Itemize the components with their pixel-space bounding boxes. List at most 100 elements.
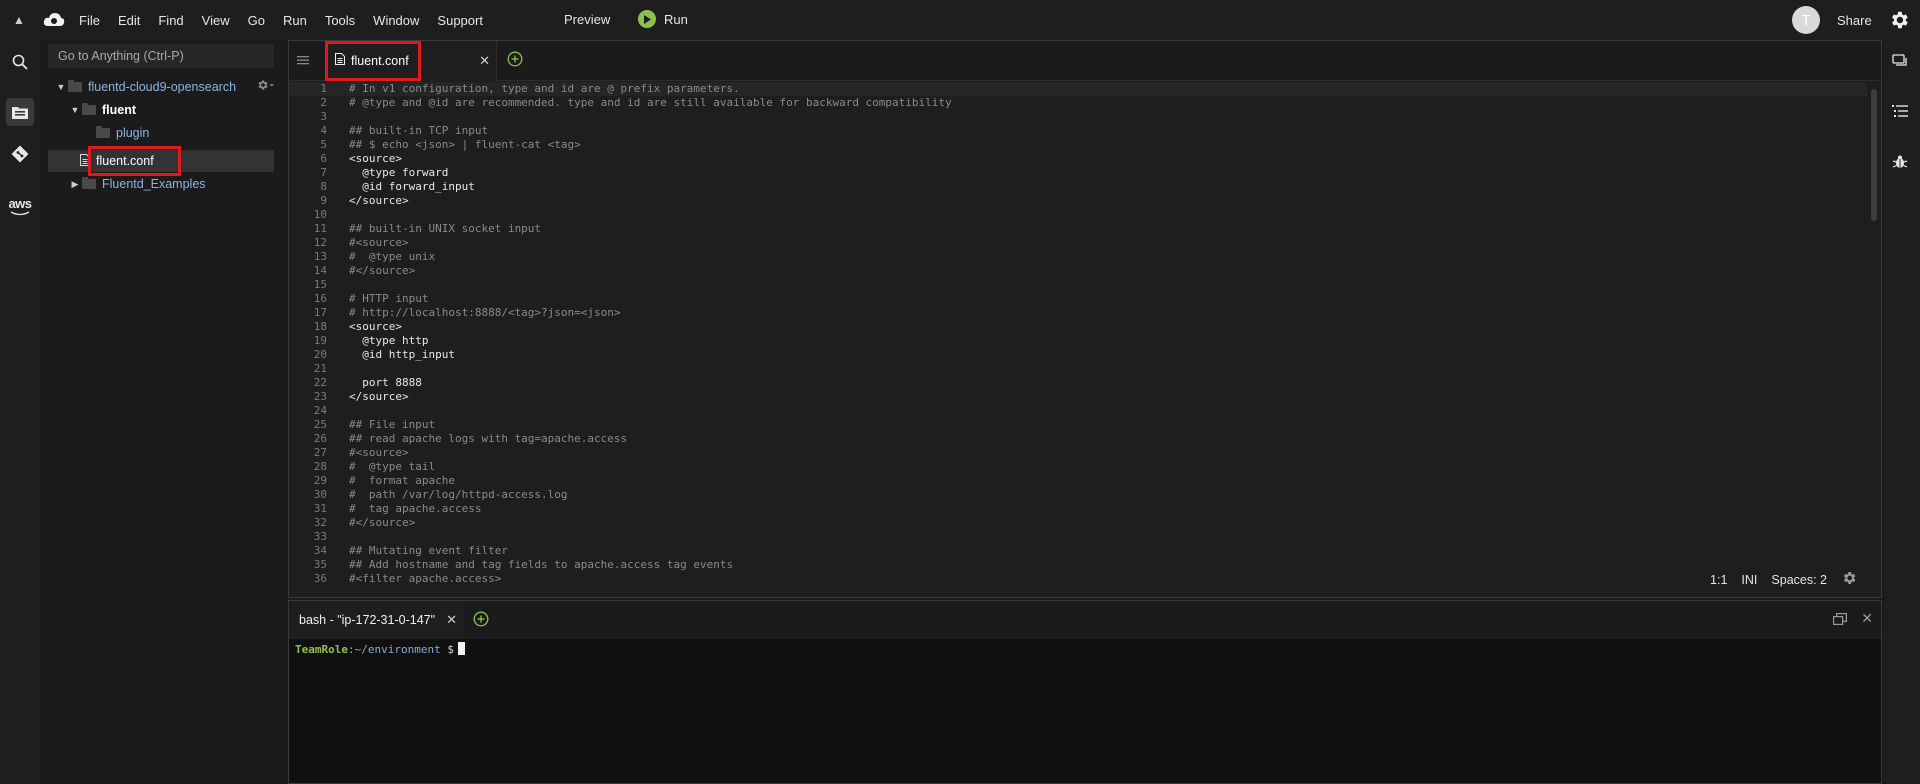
share-button[interactable]: Share [1837,13,1872,28]
code-line[interactable]: 16 # HTTP input [289,292,1867,306]
file-icon [48,153,96,169]
menu-find[interactable]: Find [149,13,192,28]
tree-folder-fluent[interactable]: ▼ fluent [68,99,136,121]
menu-file[interactable]: File [70,13,109,28]
code-line[interactable]: 8 @id forward_input [289,180,1867,194]
restore-panel-icon[interactable] [1833,612,1847,630]
code-line[interactable]: 10 [289,208,1867,222]
code-line[interactable]: 32 #</source> [289,516,1867,530]
code-line[interactable]: 15 [289,278,1867,292]
menu-tools[interactable]: Tools [316,13,364,28]
code-line[interactable]: 31 # tag apache.access [289,502,1867,516]
menu-window[interactable]: Window [364,13,428,28]
source-control-git-icon[interactable] [6,140,34,168]
tree-folder-examples[interactable]: ▶ Fluentd_Examples [68,173,206,195]
terminal-tab-bar: bash - "ip-172-31-0-147" ✕ ✕ [289,601,1881,639]
code-line[interactable]: 25 ## File input [289,418,1867,432]
line-number: 30 [313,488,327,501]
add-terminal-tab-icon[interactable] [473,611,489,632]
code-line[interactable]: 4 ## built-in TCP input [289,124,1867,138]
goto-anything-input[interactable]: Go to Anything (Ctrl-P) [48,44,274,68]
code-line[interactable]: 29 # format apache [289,474,1867,488]
editor-settings-gear-icon[interactable] [1841,570,1857,589]
chevron-down-icon[interactable]: ▼ [54,82,68,92]
search-icon[interactable] [6,48,34,76]
code-line[interactable]: 21 [289,362,1867,376]
settings-gear-icon[interactable] [1888,9,1910,36]
chevron-right-icon[interactable]: ▶ [68,179,82,190]
cursor-position[interactable]: 1:1 [1710,573,1727,587]
collaborate-chat-icon[interactable] [1892,54,1908,73]
code-line[interactable]: 22 port 8888 [289,376,1867,390]
code-line[interactable]: 5 ## $ echo <json> | fluent-cat <tag> [289,138,1867,152]
chevron-down-icon[interactable]: ▼ [68,105,82,115]
line-number: 27 [313,446,327,459]
aws-icon[interactable]: aws [6,192,34,220]
code-line[interactable]: 6 <source> [289,152,1867,166]
code-line[interactable]: 18 <source> [289,320,1867,334]
code-line[interactable]: 24 [289,404,1867,418]
tree-folder-plugin[interactable]: plugin [96,122,149,144]
preview-button[interactable]: Preview [564,12,610,27]
terminal-tab-bash[interactable]: bash - "ip-172-31-0-147" ✕ [289,601,463,639]
code-line[interactable]: 34 ## Mutating event filter [289,544,1867,558]
code-line[interactable]: 36 #<filter apache.access> [289,572,1867,585]
code-line[interactable]: 13 # @type unix [289,250,1867,264]
code-line[interactable]: 12 #<source> [289,236,1867,250]
menu-edit[interactable]: Edit [109,13,149,28]
line-number: 2 [320,96,327,109]
line-number: 34 [313,544,327,557]
code-line[interactable]: 27 #<source> [289,446,1867,460]
tree-settings-gear-icon[interactable] [256,78,274,95]
editor-scrollbar[interactable] [1871,89,1877,221]
close-tab-icon[interactable]: ✕ [479,53,490,69]
code-line[interactable]: 33 [289,530,1867,544]
menu-support[interactable]: Support [428,13,492,28]
line-number: 32 [313,516,327,529]
add-tab-icon[interactable] [507,51,523,72]
tab-fluent-conf[interactable]: fluent.conf ✕ [325,41,497,81]
outline-list-icon[interactable] [1892,104,1908,123]
code-line[interactable]: 2 # @type and @id are recommended. type a… [289,96,1867,110]
terminal-prompt[interactable]: TeamRole:~/environment $ [295,642,465,656]
cloud9-logo-icon[interactable] [38,0,70,40]
environment-files-icon[interactable] [6,98,34,126]
tab-label: fluent.conf [351,54,409,68]
run-label: Run [664,11,688,27]
syntax-mode[interactable]: INI [1741,573,1757,587]
tree-root-folder[interactable]: ▼ fluentd-cloud9-opensearch [54,76,236,98]
line-text: # tag apache.access [349,502,482,515]
code-line[interactable]: 7 @type forward [289,166,1867,180]
line-text: #</source> [349,264,416,277]
line-number: 4 [320,124,327,137]
indentation-setting[interactable]: Spaces: 2 [1771,573,1827,587]
menu-view[interactable]: View [193,13,239,28]
avatar[interactable]: T [1792,6,1820,34]
close-panel-icon[interactable]: ✕ [1861,610,1873,627]
line-number: 18 [313,320,327,333]
code-line[interactable]: 35 ## Add hostname and tag fields to apac… [289,558,1867,572]
code-area[interactable]: 1 # In v1 configuration, type and id are … [289,82,1867,585]
line-text: ## built-in UNIX socket input [349,222,542,235]
code-line[interactable]: 26 ## read apache logs with tag=apache.ac… [289,432,1867,446]
code-line[interactable]: 3 [289,110,1867,124]
collapse-chevron-icon[interactable]: ▲ [0,13,38,27]
run-button[interactable]: Run [638,10,688,28]
code-line[interactable]: 23 </source> [289,390,1867,404]
menu-run[interactable]: Run [274,13,316,28]
code-line[interactable]: 30 # path /var/log/httpd-access.log [289,488,1867,502]
debugger-bug-icon[interactable] [1892,154,1908,175]
code-line[interactable]: 17 # http://localhost:8888/<tag>?json=<js… [289,306,1867,320]
tree-file-fluent-conf[interactable]: fluent.conf [48,150,274,172]
code-line[interactable]: 9 </source> [289,194,1867,208]
close-terminal-tab-icon[interactable]: ✕ [446,612,457,628]
code-line[interactable]: 28 # @type tail [289,460,1867,474]
menu-go[interactable]: Go [239,13,274,28]
code-line[interactable]: 19 @type http [289,334,1867,348]
code-line[interactable]: 14 #</source> [289,264,1867,278]
code-line[interactable]: 20 @id http_input [289,348,1867,362]
code-line[interactable]: 1 # In v1 configuration, type and id are … [289,82,1867,96]
code-line[interactable]: 11 ## built-in UNIX socket input [289,222,1867,236]
tab-list-menu-icon[interactable] [297,53,309,71]
line-text: # format apache [349,474,455,487]
